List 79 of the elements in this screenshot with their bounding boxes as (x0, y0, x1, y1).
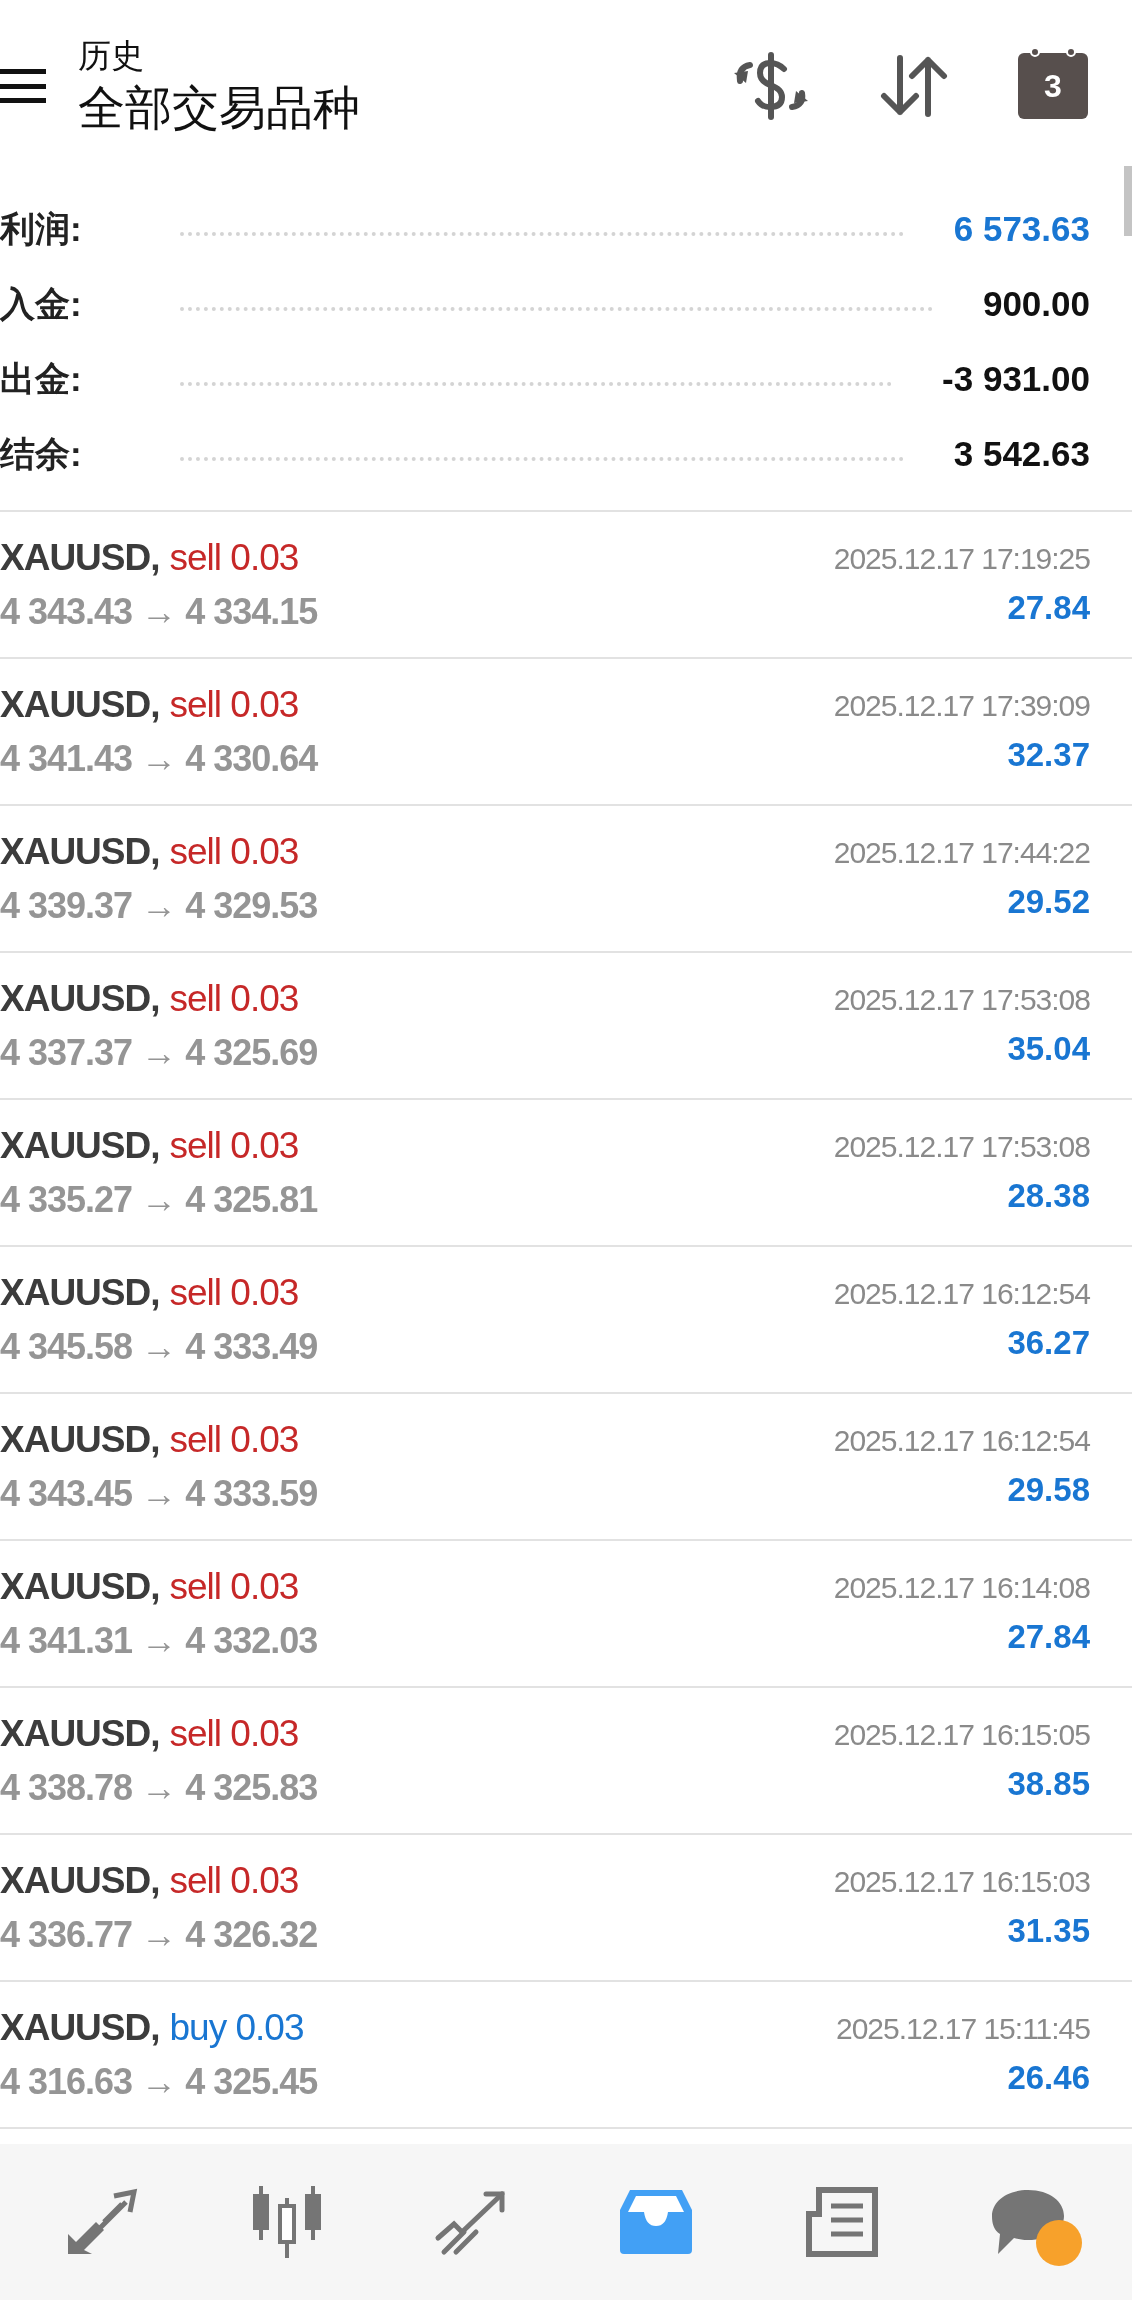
summary-value: 900.00 (982, 283, 1090, 326)
deal-time: 2025.12.17 17:19:25 (833, 541, 1090, 578)
deal-type: sell 0.03 (169, 1417, 299, 1462)
deal-prices: 4 336.77 → 4 326.32 (0, 1913, 318, 1958)
deal-type: sell 0.03 (169, 1123, 299, 1168)
deal-profit: 36.27 (1007, 1323, 1090, 1364)
deal-row[interactable]: XAUUSD, buy 0.03 4 316.63 → 4 325.45 2025.12.17 15:11:45 26.46 (0, 1982, 1132, 2129)
deal-prices: 4 341.43 → 4 330.64 (0, 737, 318, 782)
deal-row[interactable]: XAUUSD, sell 0.03 4 343.45 → 4 333.59 2025.12.17 16:12:54 29.58 (0, 1394, 1132, 1541)
deal-row[interactable]: XAUUSD, sell 0.03 4 337.37 → 4 325.69 2025.12.17 17:53:08 35.04 (0, 953, 1132, 1100)
deal-symbol: XAUUSD, (0, 976, 160, 1021)
deal-prices: 4 345.58 → 4 333.49 (0, 1325, 318, 1370)
deal-prices: 4 316.63 → 4 325.45 (0, 2060, 318, 2105)
deal-prices: 4 339.37 → 4 329.53 (0, 884, 318, 929)
deal-prices: 4 341.31 → 4 332.03 (0, 1619, 318, 1664)
deal-row[interactable]: XAUUSD, sell 0.03 4 345.58 → 4 333.49 2025.12.17 16:12:54 36.27 (0, 1247, 1132, 1394)
deal-profit: 38.85 (1007, 1764, 1090, 1805)
deal-symbol: XAUUSD, (0, 1858, 160, 1903)
summary-value: -3 931.00 (942, 358, 1090, 401)
deal-row[interactable]: XAUUSD, sell 0.03 4 338.78 → 4 325.83 2025.12.17 16:15:05 38.85 (0, 1688, 1132, 1835)
deal-profit: 27.84 (1007, 1617, 1090, 1658)
deal-symbol: XAUUSD, (0, 2005, 160, 2050)
deal-prices: 4 337.37 → 4 325.69 (0, 1031, 318, 1076)
deal-prices: 4 343.45 → 4 333.59 (0, 1472, 318, 1517)
deal-row[interactable]: XAUUSD, sell 0.03 4 343.43 → 4 334.15 2025.12.17 17:19:25 27.84 (0, 512, 1132, 659)
deal-type: sell 0.03 (169, 1564, 299, 1609)
deal-symbol: XAUUSD, (0, 1270, 160, 1315)
page-subtitle: 历史 (78, 36, 145, 76)
deal-type: sell 0.03 (169, 682, 299, 727)
deal-time: 2025.12.17 17:53:08 (833, 982, 1090, 1019)
sort-arrows-icon[interactable] (880, 54, 948, 118)
deal-row[interactable]: XAUUSD, sell 0.03 4 341.43 → 4 330.64 2025.12.17 17:39:09 32.37 (0, 659, 1132, 806)
page-title: 全部交易品种 (78, 80, 360, 136)
summary-label: 结余: (0, 433, 83, 476)
deal-symbol: XAUUSD, (0, 1711, 160, 1756)
deal-symbol: XAUUSD, (0, 682, 160, 727)
deal-profit: 35.04 (1007, 1029, 1090, 1070)
deal-type: sell 0.03 (169, 535, 299, 580)
deal-prices: 4 343.43 → 4 334.15 (0, 590, 318, 635)
deal-symbol: XAUUSD, (0, 1564, 160, 1609)
deal-time: 2025.12.17 17:39:09 (833, 688, 1090, 725)
deal-row[interactable]: XAUUSD, sell 0.03 4 339.37 → 4 329.53 2025.12.17 17:44:22 29.52 (0, 806, 1132, 953)
deal-symbol: XAUUSD, (0, 1123, 160, 1168)
deal-time: 2025.12.17 15:11:45 (835, 2011, 1090, 2048)
deal-type: sell 0.03 (169, 1270, 299, 1315)
scrollbar (1124, 166, 1132, 236)
summary-value: 3 542.63 (953, 433, 1090, 476)
deal-time: 2025.12.17 17:44:22 (833, 835, 1090, 872)
inbox-icon[interactable] (618, 2188, 695, 2256)
deal-type: sell 0.03 (169, 976, 299, 1021)
deal-profit: 27.84 (1007, 588, 1090, 629)
deal-prices: 4 338.78 → 4 325.83 (0, 1766, 318, 1811)
deal-symbol: XAUUSD, (0, 829, 160, 874)
deal-type: sell 0.03 (169, 829, 299, 874)
deal-profit: 29.52 (1007, 882, 1090, 923)
deal-profit: 29.58 (1007, 1470, 1090, 1511)
deal-time: 2025.12.17 16:15:05 (833, 1717, 1090, 1754)
deal-profit: 26.46 (1007, 2058, 1090, 2099)
deal-time: 2025.12.17 16:12:54 (833, 1276, 1090, 1313)
deal-profit: 32.37 (1007, 735, 1090, 776)
deal-type: sell 0.03 (169, 1711, 299, 1756)
deal-row[interactable]: XAUUSD, sell 0.03 4 335.27 → 4 325.81 2025.12.17 17:53:08 28.38 (0, 1100, 1132, 1247)
deal-row[interactable]: XAUUSD, sell 0.03 4 336.77 → 4 326.32 2025.12.17 16:15:03 31.35 (0, 1835, 1132, 1982)
deal-time: 2025.12.17 16:14:08 (833, 1570, 1090, 1607)
summary-label: 出金: (0, 358, 83, 401)
deal-profit: 28.38 (1007, 1176, 1090, 1217)
deal-prices: 4 335.27 → 4 325.81 (0, 1178, 318, 1223)
menu-button[interactable] (0, 69, 46, 103)
deal-time: 2025.12.17 16:15:03 (833, 1864, 1090, 1901)
deal-type: sell 0.03 (169, 1858, 299, 1903)
deal-row[interactable]: XAUUSD, sell 0.03 4 341.31 → 4 332.03 2025.12.17 16:14:08 27.84 (0, 1541, 1132, 1688)
summary-value: 6 573.63 (953, 208, 1090, 251)
deal-time: 2025.12.17 16:12:54 (833, 1423, 1090, 1460)
deal-time: 2025.12.17 17:53:08 (833, 1129, 1090, 1166)
currency-exchange-icon[interactable] (732, 51, 810, 121)
deal-profit: 31.35 (1007, 1911, 1090, 1952)
deal-symbol: XAUUSD, (0, 1417, 160, 1462)
deal-symbol: XAUUSD, (0, 535, 160, 580)
deal-type: buy 0.03 (169, 2005, 304, 2050)
